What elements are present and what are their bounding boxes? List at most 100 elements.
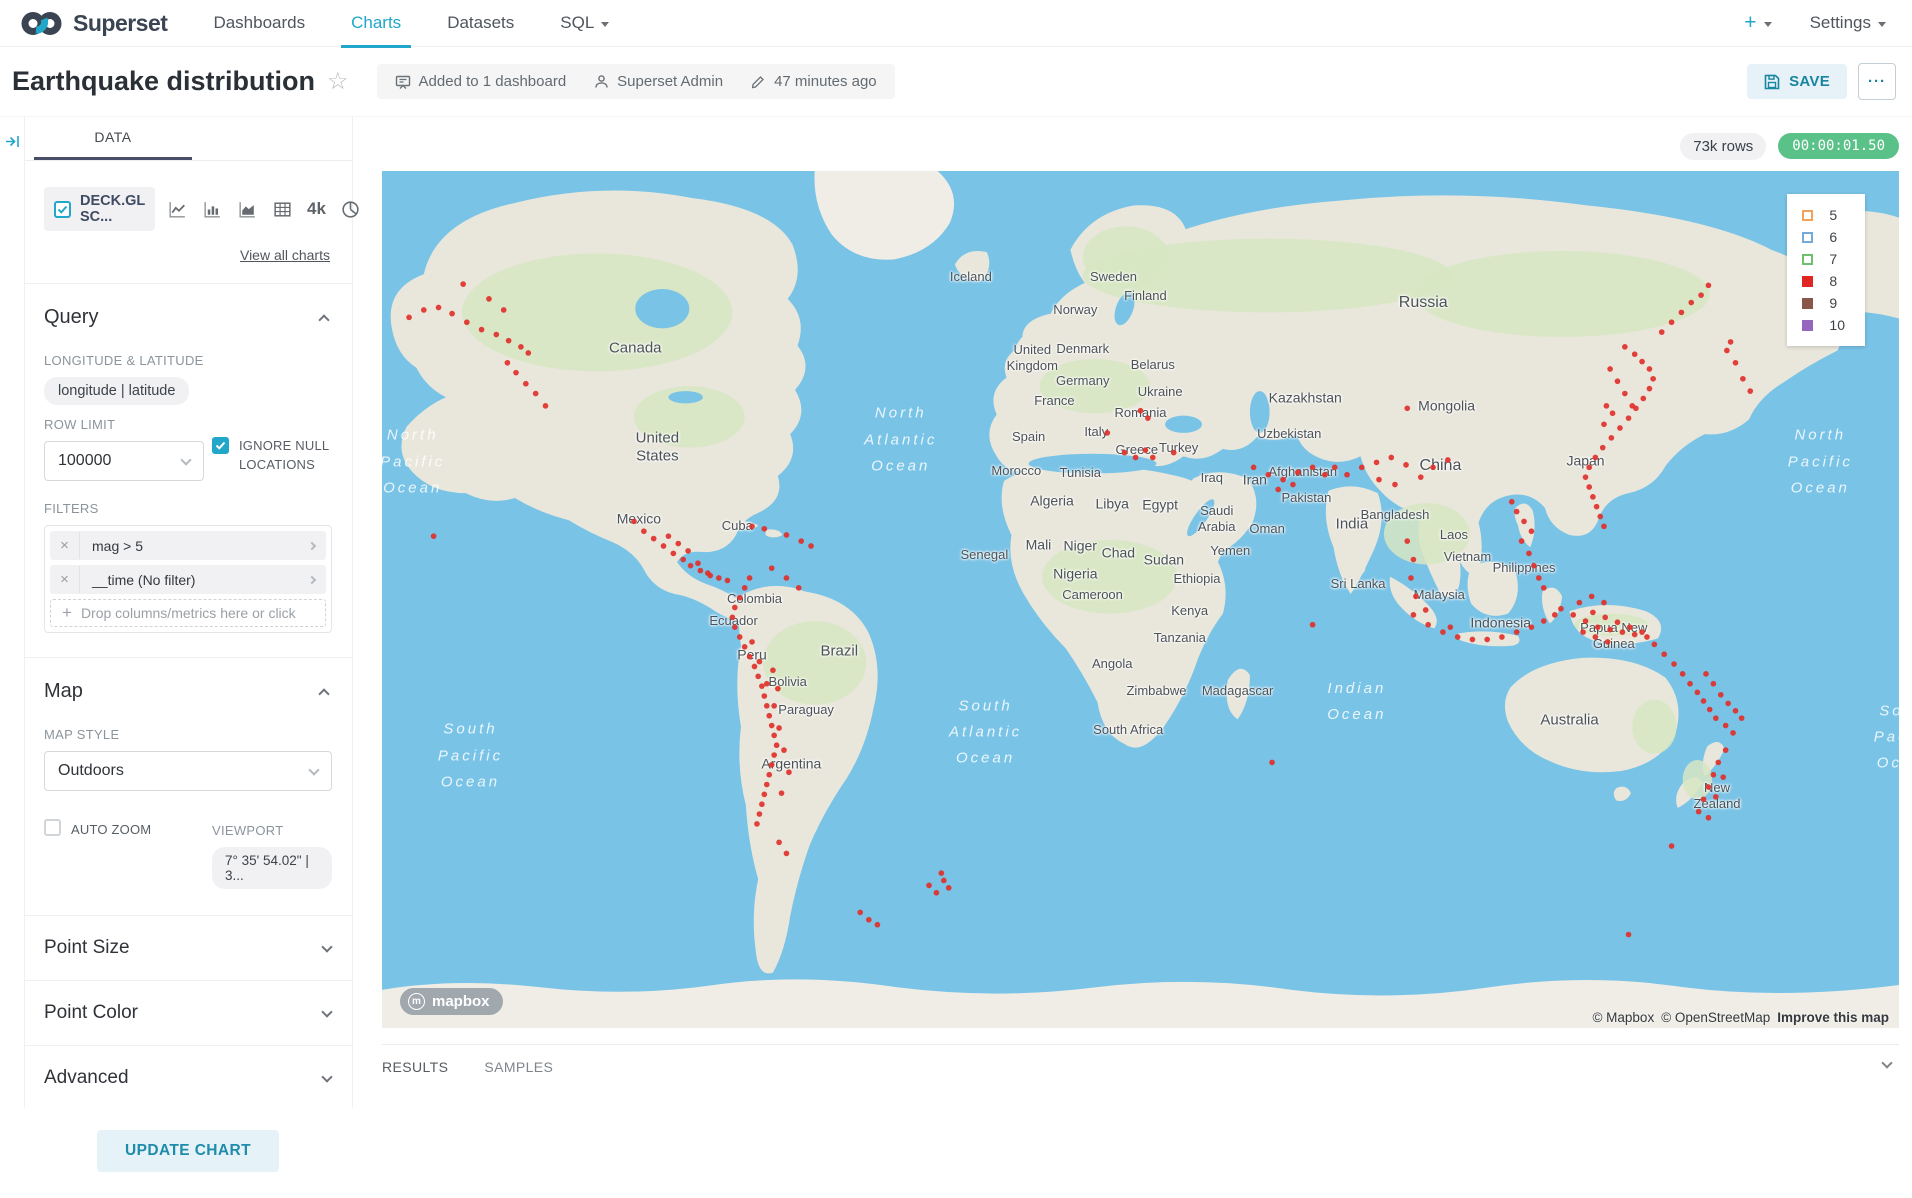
table-icon[interactable] xyxy=(272,199,293,220)
deckgl-map[interactable]: North Pacific OceanNorth Atlantic OceanS… xyxy=(382,171,1899,1028)
navbar: Superset Dashboards Charts Datasets SQL + Se… xyxy=(0,0,1912,47)
earthquake-point xyxy=(796,585,802,591)
earthquake-point xyxy=(1251,464,1257,470)
earthquake-point xyxy=(775,686,781,692)
earthquake-point xyxy=(1418,474,1424,480)
page-title: Earthquake distribution xyxy=(12,66,315,97)
earthquake-point xyxy=(1725,701,1731,707)
earthquake-point xyxy=(1404,538,1410,544)
favorite-star-icon[interactable]: ☆ xyxy=(327,70,349,94)
dropdown-caret-icon xyxy=(1764,22,1772,27)
earthquake-point xyxy=(875,922,881,928)
bar-chart-icon[interactable] xyxy=(202,199,223,220)
query-section-header[interactable]: Query xyxy=(44,284,332,345)
earthquake-point xyxy=(406,314,412,320)
lonlat-chip[interactable]: longitude | latitude xyxy=(44,377,189,405)
section-point-size[interactable]: Point Size xyxy=(25,915,352,980)
improve-map-link[interactable]: Improve this map xyxy=(1777,1010,1889,1025)
earthquake-point xyxy=(766,772,772,778)
auto-zoom-checkbox[interactable] xyxy=(44,819,61,836)
auto-zoom-label[interactable]: AUTO ZOOM xyxy=(71,821,151,840)
mapbox-logo[interactable]: m mapbox xyxy=(400,988,503,1015)
earthquake-point xyxy=(1280,477,1286,483)
meta-superset-admin[interactable]: Superset Admin xyxy=(594,73,723,90)
dashboard-icon xyxy=(395,74,411,90)
save-button[interactable]: SAVE xyxy=(1747,64,1847,99)
earthquake-point xyxy=(1701,796,1707,802)
more-options-button[interactable]: ··· xyxy=(1858,63,1896,100)
earthquake-point xyxy=(1626,932,1632,938)
earthquake-point xyxy=(749,639,755,645)
tab-data[interactable]: DATA xyxy=(34,117,192,160)
big-number-icon[interactable]: 4k xyxy=(307,199,326,219)
tab-results[interactable]: RESULTS xyxy=(382,1059,448,1075)
ignore-null-checkbox[interactable] xyxy=(212,437,229,454)
earthquake-point xyxy=(1425,622,1431,628)
earthquake-point xyxy=(1747,388,1753,394)
filter-chip-mag-5[interactable]: ×mag > 5 xyxy=(50,531,326,560)
earthquake-point xyxy=(1696,809,1702,815)
earthquake-point xyxy=(631,519,637,525)
earthquake-point xyxy=(1632,351,1638,357)
ellipsis-icon: ··· xyxy=(1868,73,1886,90)
meta-47-minutes-ago[interactable]: 47 minutes ago xyxy=(751,73,877,90)
earthquake-point xyxy=(1627,624,1633,630)
earthquake-point xyxy=(533,391,539,397)
nav-item-sql[interactable]: SQL xyxy=(560,0,609,47)
viewport-value-chip[interactable]: 7° 35' 54.02" | 3... xyxy=(212,847,332,889)
nav-item-dashboards[interactable]: Dashboards xyxy=(213,0,305,47)
lonlat-label: LONGITUDE & LATITUDE xyxy=(44,353,332,368)
meta-label: 47 minutes ago xyxy=(774,73,877,90)
earthquake-point xyxy=(769,723,775,729)
nav-item-settings[interactable]: Settings xyxy=(1810,13,1886,33)
chevron-down-icon xyxy=(321,1006,332,1017)
earthquake-point xyxy=(698,568,704,574)
mapbox-attribution-link[interactable]: © Mapbox xyxy=(1592,1010,1654,1025)
earthquake-point xyxy=(518,344,524,350)
legend-item-6: 6 xyxy=(1802,229,1845,245)
earthquake-point xyxy=(784,532,790,538)
remove-filter-icon[interactable]: × xyxy=(50,532,80,559)
view-all-charts-link[interactable]: View all charts xyxy=(44,247,330,263)
filter-drop-zone[interactable]: + Drop columns/metrics here or click xyxy=(50,599,326,627)
collapse-results-icon[interactable] xyxy=(1883,1057,1891,1075)
nav-item-new[interactable]: + xyxy=(1744,11,1771,35)
expand-panel-icon[interactable] xyxy=(4,133,21,150)
earthquake-point xyxy=(685,548,691,554)
viz-selected-checkbox[interactable] xyxy=(54,201,71,218)
brand-name: Superset xyxy=(73,10,167,37)
line-chart-icon[interactable] xyxy=(167,199,188,220)
row-limit-select[interactable]: 100000 xyxy=(44,441,204,481)
selected-viz-chip[interactable]: DECK.GL SC... xyxy=(44,187,155,231)
section-point-color[interactable]: Point Color xyxy=(25,980,352,1045)
remove-filter-icon[interactable]: × xyxy=(50,566,80,593)
nav-item-charts[interactable]: Charts xyxy=(351,0,401,47)
map-section-header[interactable]: Map xyxy=(44,658,332,719)
section-advanced[interactable]: Advanced xyxy=(25,1045,352,1110)
map-style-select[interactable]: Outdoors xyxy=(44,751,332,791)
chevron-down-icon xyxy=(308,764,319,775)
earthquake-point xyxy=(1586,464,1592,470)
meta-added-to-1-dashboard[interactable]: Added to 1 dashboard xyxy=(395,73,567,90)
update-chart-button[interactable]: UPDATE CHART xyxy=(97,1130,279,1172)
selected-viz-label: DECK.GL SC... xyxy=(80,193,145,225)
ignore-null-label[interactable]: IGNORE NULL LOCATIONS xyxy=(239,437,332,475)
earthquake-point xyxy=(771,752,777,758)
earthquake-point xyxy=(1447,624,1453,630)
tab-samples[interactable]: SAMPLES xyxy=(484,1059,553,1075)
earthquake-point xyxy=(1404,405,1410,411)
earthquake-point xyxy=(1639,629,1645,635)
chevron-up-icon xyxy=(318,314,329,325)
area-chart-icon[interactable] xyxy=(237,199,258,220)
earthquake-point xyxy=(1706,784,1712,790)
osm-attribution-link[interactable]: © OpenStreetMap xyxy=(1661,1010,1770,1025)
earthquake-point xyxy=(1605,639,1611,645)
earthquake-point xyxy=(1531,563,1537,569)
superset-logo[interactable]: Superset xyxy=(20,10,167,37)
filter-chip-time-no-filter[interactable]: ×__time (No filter) xyxy=(50,565,326,594)
legend-value: 9 xyxy=(1829,295,1837,311)
earthquake-point xyxy=(771,703,777,709)
earthquake-point xyxy=(1601,600,1607,606)
nav-item-datasets[interactable]: Datasets xyxy=(447,0,514,47)
earthquake-point xyxy=(1739,715,1745,721)
